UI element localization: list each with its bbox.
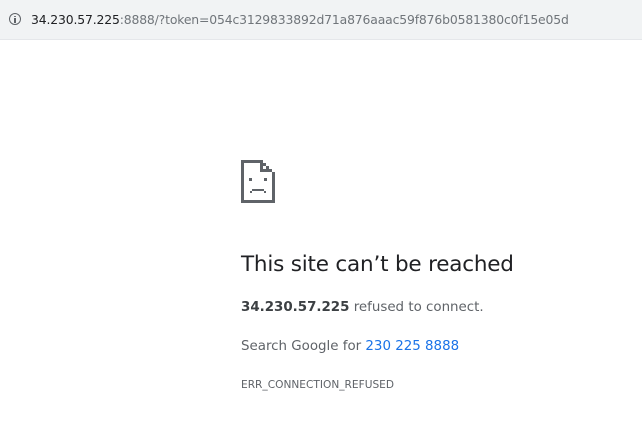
url-text[interactable]: 34.230.57.225:8888/?token=054c3129833892… — [31, 12, 569, 28]
error-description: 34.230.57.225 refused to connect. — [241, 299, 484, 317]
info-icon[interactable] — [9, 13, 21, 25]
error-host: 34.230.57.225 — [241, 300, 350, 315]
refused-text: refused to connect. — [349, 300, 484, 315]
url-path: :8888/?token=054c3129833892d71a876aaac59… — [119, 12, 569, 27]
error-code: ERR_CONNECTION_REFUSED — [241, 379, 395, 391]
search-prefix: Search Google for — [241, 339, 366, 354]
address-bar[interactable]: 34.230.57.225:8888/?token=054c3129833892… — [0, 0, 642, 40]
url-host: 34.230.57.225 — [31, 12, 120, 27]
sad-page-icon — [241, 160, 275, 203]
search-google-link[interactable]: 230 225 8888 — [365, 339, 459, 354]
search-suggestion: Search Google for 230 225 8888 — [241, 338, 459, 356]
error-title: This site can’t be reached — [241, 252, 514, 277]
